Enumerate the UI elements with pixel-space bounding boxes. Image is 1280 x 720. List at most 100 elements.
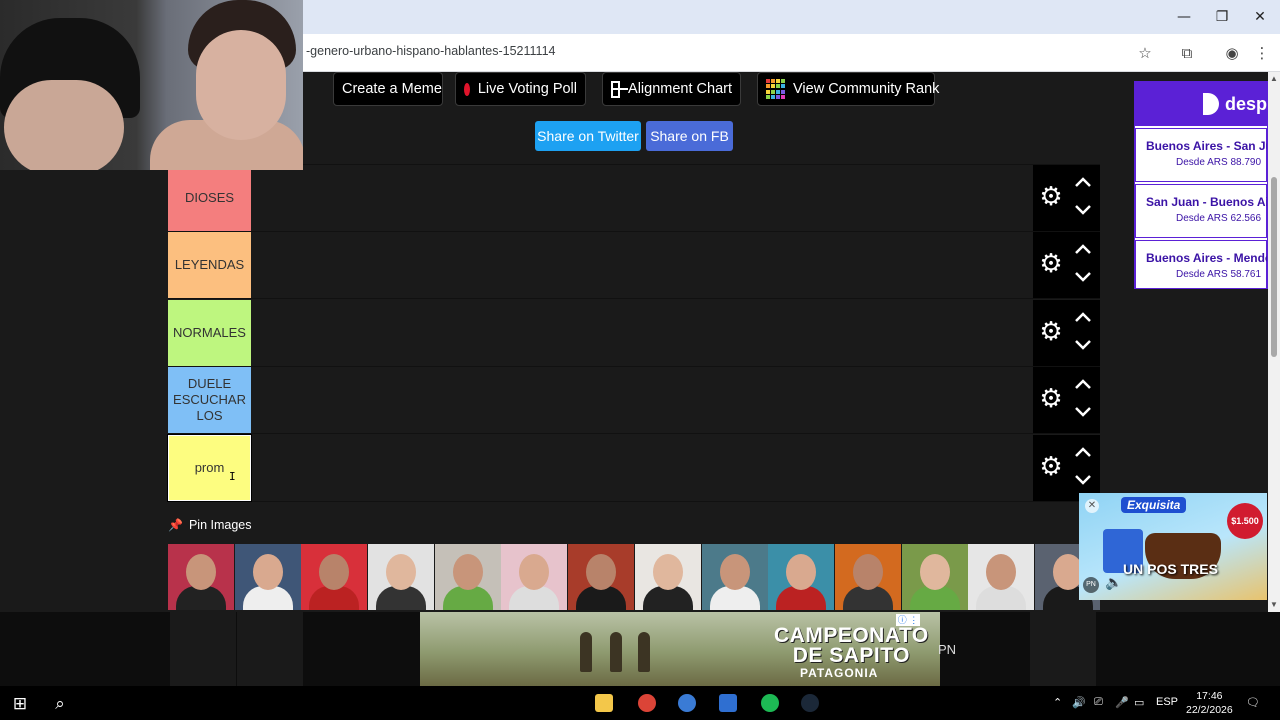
ad-video-mute[interactable]: PN <box>1083 577 1099 593</box>
pin-image[interactable] <box>834 544 901 610</box>
close-button[interactable]: ✕ <box>1248 6 1272 28</box>
tier-drop-zone[interactable] <box>252 367 1033 434</box>
chevron-up-icon[interactable] <box>1073 377 1093 395</box>
profile-icon[interactable]: ◉ <box>1222 43 1242 63</box>
community-rank-button[interactable]: View Community Rank <box>757 72 939 106</box>
scrollbar-thumb[interactable] <box>1271 177 1277 357</box>
tier-controls: ⚙ <box>1033 367 1100 434</box>
ad-route-item[interactable]: Buenos Aires - Mendo Desde ARS 58.761 <box>1135 240 1267 288</box>
video-ad[interactable]: ✕ Exquisita $1.500 UN POS TRES PN 🔈 <box>1079 493 1267 600</box>
chevron-down-icon[interactable] <box>1073 405 1093 423</box>
pin-images-header[interactable]: 📌 Pin Images <box>168 518 251 532</box>
volume-icon[interactable]: 🔈 <box>1105 575 1122 591</box>
ad-brand-name: desp <box>1224 93 1267 114</box>
ad-route-item[interactable]: Buenos Aires - San Ju Desde ARS 88.790 <box>1135 128 1267 182</box>
live-voting-label: Live Voting Poll <box>477 81 577 97</box>
ad-pn-text: PN <box>938 642 957 657</box>
windows-start-icon[interactable]: ⊞ <box>9 693 31 715</box>
gear-icon[interactable]: ⚙ <box>1037 183 1065 211</box>
chevron-down-icon[interactable] <box>1073 270 1093 288</box>
pin-image[interactable] <box>234 544 301 610</box>
pin-image[interactable] <box>901 544 968 610</box>
page-scrollbar[interactable]: ▲ ▼ <box>1268 72 1280 612</box>
search-icon[interactable]: ⌕ <box>49 693 71 715</box>
clock[interactable]: 17:46 22/2/2026 <box>1186 689 1233 717</box>
scroll-up-icon[interactable]: ▲ <box>1270 74 1278 83</box>
pin-image-face <box>186 554 216 590</box>
spotify-icon[interactable] <box>761 694 779 712</box>
notification-icon[interactable]: 🗨 <box>1246 696 1260 709</box>
chevron-down-icon[interactable] <box>1073 473 1093 491</box>
ad-route-list: Buenos Aires - San Ju Desde ARS 88.790 San… <box>1135 128 1267 288</box>
volume-tray-icon[interactable]: 🔊 <box>1072 696 1086 709</box>
rank-grid-cell <box>766 89 770 94</box>
mic-icon[interactable]: 🎤 <box>1115 696 1129 709</box>
pin-image[interactable] <box>634 544 701 610</box>
chevron-up-icon[interactable] <box>1073 445 1093 463</box>
extensions-icon[interactable]: ⧉ <box>1177 43 1197 63</box>
store-icon[interactable] <box>719 694 737 712</box>
tier-drop-zone[interactable] <box>252 165 1033 231</box>
chevron-up-icon[interactable] <box>1073 175 1093 193</box>
gear-icon[interactable]: ⚙ <box>1037 250 1065 278</box>
travel-ad[interactable]: desp Buenos Aires - San Ju Desde ARS 88.7… <box>1134 81 1268 289</box>
display-icon[interactable]: ▭ <box>1134 696 1144 709</box>
pin-image[interactable] <box>768 544 835 610</box>
tray-chevron-icon[interactable]: ⌃ <box>1053 696 1062 709</box>
gear-icon[interactable]: ⚙ <box>1037 385 1065 413</box>
chevron-up-icon[interactable] <box>1073 310 1093 328</box>
language-indicator[interactable]: ESP <box>1156 696 1178 708</box>
webcam-person-2-face <box>196 30 286 140</box>
tier-label[interactable]: DIOSES <box>168 165 251 231</box>
bottom-banner-ad[interactable]: ⓘ ⋮ CAMPEONATO DE SAPITO PATAGONIA PN <box>0 612 1280 686</box>
chevron-up-icon[interactable] <box>1073 242 1093 260</box>
tier-label[interactable]: NORMALES <box>168 299 251 366</box>
scroll-down-icon[interactable]: ▼ <box>1270 600 1278 609</box>
gear-icon[interactable]: ⚙ <box>1037 453 1065 481</box>
gear-icon[interactable]: ⚙ <box>1037 318 1065 346</box>
bookmark-star-icon[interactable]: ☆ <box>1135 43 1155 63</box>
rank-grid-cell <box>776 84 780 89</box>
network-icon[interactable]: ⎚ <box>1094 696 1103 709</box>
tier-label[interactable]: LEYENDAS <box>168 232 251 299</box>
live-voting-button[interactable]: Live Voting Poll <box>455 72 586 106</box>
menu-icon[interactable]: ⋮ <box>1252 43 1272 63</box>
share-twitter-button[interactable]: Share on Twitter <box>535 121 641 151</box>
pin-image[interactable] <box>168 544 234 610</box>
url-text[interactable]: -genero-urbano-hispano-hablantes-1521111… <box>306 44 556 58</box>
tier-label[interactable]: prom <box>167 433 252 502</box>
pin-image[interactable] <box>368 544 435 610</box>
ad-figure <box>638 632 650 672</box>
pin-image[interactable] <box>301 544 368 610</box>
tier-row: LEYENDAS ⚙ <box>168 232 1100 300</box>
tier-drop-zone[interactable] <box>252 232 1033 299</box>
rank-grid-cell <box>781 79 785 83</box>
steam-icon[interactable] <box>801 694 819 712</box>
chevron-down-icon[interactable] <box>1073 338 1093 356</box>
minimize-button[interactable]: — <box>1172 6 1196 28</box>
pin-image[interactable] <box>501 544 568 610</box>
close-ad-icon[interactable]: ✕ <box>1085 499 1099 513</box>
app-icon[interactable] <box>678 694 696 712</box>
ad-route-item[interactable]: San Juan - Buenos Ai Desde ARS 62.566 <box>1135 184 1267 238</box>
pin-image-face <box>652 554 683 590</box>
create-meme-button[interactable]: Create a Meme <box>333 72 443 106</box>
maximize-button[interactable]: ❐ <box>1210 6 1234 28</box>
file-explorer-icon[interactable] <box>595 694 613 712</box>
pin-image[interactable] <box>968 544 1035 610</box>
chevron-down-icon[interactable] <box>1073 203 1093 221</box>
chrome-icon[interactable] <box>638 694 656 712</box>
pin-image[interactable] <box>568 544 635 610</box>
ad-route-price: Desde ARS 62.566 <box>1176 213 1262 224</box>
tier-drop-zone[interactable] <box>252 434 1033 501</box>
share-fb-button[interactable]: Share on FB <box>646 121 733 151</box>
webcam-overlay <box>0 0 303 170</box>
tier-label[interactable]: DUELE ESCUCHAR LOS <box>168 367 251 434</box>
pin-image[interactable] <box>701 544 768 610</box>
tier-drop-zone[interactable] <box>252 299 1033 366</box>
pin-image[interactable] <box>434 544 501 610</box>
alignment-chart-button[interactable]: Alignment Chart <box>602 72 741 106</box>
rank-grid-cell <box>781 84 785 89</box>
rank-grid-cell <box>776 89 780 94</box>
brand-logo-icon <box>1203 93 1219 115</box>
